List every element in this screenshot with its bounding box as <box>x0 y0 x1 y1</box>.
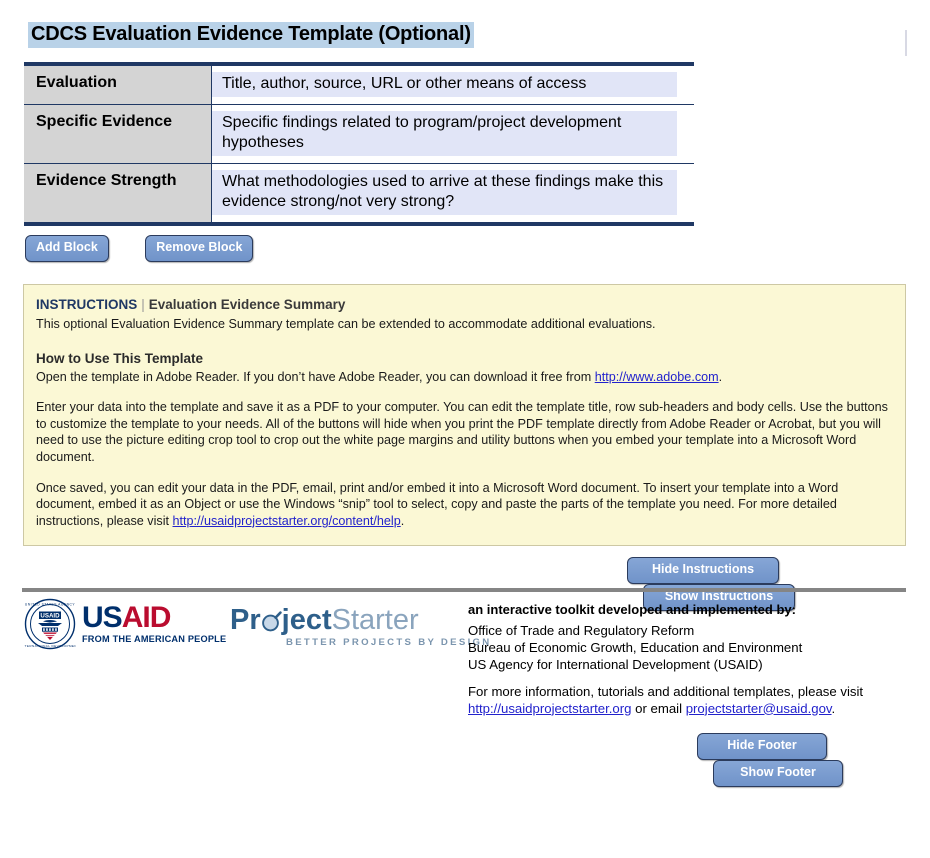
footer-button-group: Hide Footer Show Footer <box>697 733 930 787</box>
ps-part1: Pr <box>230 604 261 636</box>
magnifying-glass-icon <box>261 609 282 632</box>
row-label-evidence-strength[interactable]: Evidence Strength <box>24 164 212 222</box>
field-evaluation[interactable]: Title, author, source, URL or other mean… <box>212 72 677 97</box>
table-row: Specific Evidence Specific findings rela… <box>24 105 694 164</box>
projectstarter-wordmark: Pr jectStarter <box>230 606 492 635</box>
field-specific-evidence[interactable]: Specific findings related to program/pro… <box>212 111 677 156</box>
field-evidence-strength[interactable]: What methodologies used to arrive at the… <box>212 170 677 215</box>
usaid-wordmark-text: USAID <box>82 603 226 633</box>
row-value-cell: What methodologies used to arrive at the… <box>212 164 694 222</box>
instructions-intro: This optional Evaluation Evidence Summar… <box>36 317 656 331</box>
hide-footer-button[interactable]: Hide Footer <box>697 733 827 760</box>
footer-divider <box>22 588 906 592</box>
svg-text:INTERNATIONAL DEVELOPMENT: INTERNATIONAL DEVELOPMENT <box>24 644 76 648</box>
footer-headline: an interactive toolkit developed and imp… <box>468 602 796 617</box>
row-label-specific-evidence[interactable]: Specific Evidence <box>24 105 212 163</box>
how-to-heading: How to Use This Template <box>36 350 204 366</box>
page-title[interactable]: CDCS Evaluation Evidence Template (Optio… <box>28 22 474 48</box>
hide-instructions-button[interactable]: Hide Instructions <box>627 557 779 584</box>
footer-org-line-2: Bureau of Economic Growth, Education and… <box>468 639 803 655</box>
usaid-aid-text: AID <box>121 601 172 635</box>
projectstarter-email-link[interactable]: projectstarter@usaid.gov <box>686 701 832 716</box>
add-block-button[interactable]: Add Block <box>25 235 109 262</box>
usaid-wordmark: USAID FROM THE AMERICAN PEOPLE <box>82 603 226 644</box>
show-footer-button[interactable]: Show Footer <box>713 759 843 787</box>
projectstarter-logo: Pr jectStarter BETTER PROJECTS BY DESIGN <box>230 606 492 649</box>
row-label-evaluation[interactable]: Evaluation <box>24 66 212 104</box>
ps-part3: Starter <box>331 604 419 636</box>
para1-text-before: Open the template in Adobe Reader. If yo… <box>36 369 595 384</box>
remove-block-button[interactable]: Remove Block <box>145 235 254 262</box>
ps-part2: ject <box>281 604 332 636</box>
footer-org-line-3: US Agency for International Development … <box>468 656 763 672</box>
block-button-group: Add Block Remove Block <box>25 235 254 262</box>
para1-text-after: . <box>718 369 723 384</box>
usaid-seal-icon: USAID UNITED STATES AGENCY INTERNATIONAL… <box>21 598 79 650</box>
instructions-separator: | <box>141 297 145 312</box>
instructions-para-1: Open the template in Adobe Reader. If yo… <box>36 369 891 386</box>
instructions-keyword: INSTRUCTIONS <box>36 297 138 312</box>
table-row: Evidence Strength What methodologies use… <box>24 164 694 222</box>
footer-contact-after: . <box>831 700 836 716</box>
svg-text:UNITED STATES AGENCY: UNITED STATES AGENCY <box>25 603 75 607</box>
footer-contact-before: For more information, tutorials and addi… <box>468 683 864 699</box>
para3-text-before: Once saved, you can edit your data in th… <box>36 480 839 528</box>
help-link[interactable]: http://usaidprojectstarter.org/content/h… <box>173 514 401 528</box>
projectstarter-tagline: BETTER PROJECTS BY DESIGN <box>286 637 492 648</box>
instructions-subtitle: Evaluation Evidence Summary <box>148 297 346 312</box>
instructions-panel: INSTRUCTIONS | Evaluation Evidence Summary… <box>23 284 906 547</box>
footer-org-line-1: Office of Trade and Regulatory Reform <box>468 623 695 638</box>
usaid-logo: USAID UNITED STATES AGENCY INTERNATIONAL… <box>21 598 226 650</box>
footer-contact-mid: or email <box>631 700 686 716</box>
footer-contact-paragraph: For more information, tutorials and addi… <box>468 684 898 718</box>
page-edge-marker <box>905 30 907 56</box>
adobe-link[interactable]: http://www.adobe.com <box>595 370 719 384</box>
evidence-template-table: Evaluation Title, author, source, URL or… <box>24 62 694 226</box>
instructions-para-3: Once saved, you can edit your data in th… <box>36 480 891 530</box>
footer-text-block: an interactive toolkit developed and imp… <box>468 602 898 717</box>
svg-text:USAID: USAID <box>40 612 60 619</box>
row-value-cell: Specific findings related to program/pro… <box>212 105 694 163</box>
row-value-cell: Title, author, source, URL or other mean… <box>212 66 694 104</box>
projectstarter-site-link[interactable]: http://usaidprojectstarter.org <box>468 701 631 716</box>
table-row: Evaluation Title, author, source, URL or… <box>24 66 694 105</box>
instructions-heading: INSTRUCTIONS | Evaluation Evidence Summary <box>36 297 891 312</box>
para3-text-after: . <box>400 513 405 528</box>
instructions-para-2: Enter your data into the template and sa… <box>36 400 888 465</box>
usaid-us-text: US <box>82 601 123 635</box>
usaid-tagline: FROM THE AMERICAN PEOPLE <box>82 634 227 645</box>
